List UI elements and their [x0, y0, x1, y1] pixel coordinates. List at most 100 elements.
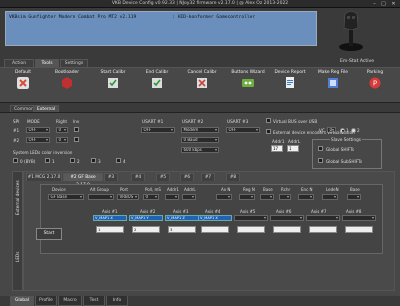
- usart-1-select[interactable]: OFF: [141, 127, 175, 133]
- axis-2-select[interactable]: V_MAP1 Y: [129, 215, 163, 221]
- usart-2-select[interactable]: Modem: [181, 127, 219, 133]
- tab-device-4[interactable]: #4: [131, 173, 145, 181]
- spi-1-mode-select[interactable]: OFF: [26, 127, 50, 133]
- led-inv-4-label: 4: [123, 159, 126, 164]
- col-axn: Ax N: [221, 187, 231, 192]
- title-bar: VKB Device Config v0.92.33 | NJoy32 firm…: [0, 0, 400, 8]
- led-inv-3-checkbox[interactable]: [91, 158, 96, 163]
- encn-select[interactable]: [298, 194, 314, 200]
- tab-settings[interactable]: Settings: [60, 59, 88, 67]
- addr1-input[interactable]: 17: [271, 145, 283, 152]
- tab-device-5[interactable]: #5: [156, 173, 170, 181]
- tab-external[interactable]: External: [33, 105, 60, 112]
- spi-2-inv-checkbox[interactable]: [74, 137, 79, 142]
- led-inv-4-checkbox[interactable]: [116, 158, 121, 163]
- base-2-select[interactable]: [347, 194, 361, 200]
- close-button[interactable]: ✕: [390, 1, 397, 7]
- device-info-text: VKBsim Gunfighter Modern Combat Pro MT2 …: [9, 15, 256, 20]
- tab-profile[interactable]: Profile: [35, 296, 57, 306]
- tab-tools[interactable]: Tools: [35, 59, 59, 67]
- start-button[interactable]: Start: [36, 228, 62, 240]
- axn-select[interactable]: [216, 194, 232, 200]
- base-select[interactable]: [260, 194, 274, 200]
- addr1-select[interactable]: [165, 194, 179, 200]
- spi-1-right-select[interactable]: 0: [56, 127, 68, 133]
- tab-device-7[interactable]: #7: [201, 173, 215, 181]
- led-inv-2-checkbox[interactable]: [70, 158, 75, 163]
- device-report-icon: [286, 77, 294, 88]
- rchr-select[interactable]: [279, 194, 291, 200]
- tab-test[interactable]: Test: [83, 296, 105, 306]
- port-select[interactable]: VRBUS: [117, 194, 139, 200]
- axis-2-label: Axis #2: [140, 209, 156, 214]
- end-calibr-button[interactable]: End Calibr: [140, 68, 174, 102]
- cancel-calibr-button[interactable]: Cancel Calibr: [183, 68, 221, 102]
- buttons-wizard-button[interactable]: Buttons Wizard: [226, 68, 270, 102]
- bootloader-icon: [62, 77, 72, 89]
- poll-select[interactable]: 0: [143, 194, 159, 200]
- axis-3-spinner[interactable]: 3: [168, 226, 196, 233]
- tab-device-2[interactable]: #2 GF Base 2.17.0: [63, 173, 103, 188]
- buttons-wizard-label: Buttons Wizard: [231, 70, 265, 75]
- axis-4-select[interactable]: V_MAP1 X: [198, 215, 232, 221]
- spi-1-inv-checkbox[interactable]: [74, 127, 79, 132]
- spi-2-mode-select[interactable]: OFF: [26, 137, 50, 143]
- tab-info[interactable]: Info: [106, 296, 128, 306]
- vc-radio-2-label: 2: [357, 128, 360, 133]
- col-alt-group: Alt Group: [90, 187, 109, 192]
- axis-8-spinner[interactable]: [345, 226, 373, 233]
- end-calibr-label: End Calibr: [145, 70, 169, 75]
- device-select[interactable]: GF Base: [48, 194, 84, 200]
- parking-button[interactable]: Parking P: [358, 68, 392, 102]
- axis-4-spinner[interactable]: [201, 226, 229, 233]
- tab-global[interactable]: Global: [10, 296, 34, 306]
- axis-2-spinner[interactable]: 2: [132, 226, 160, 233]
- axis-6-select[interactable]: [270, 215, 304, 221]
- spi-header: SPI: [13, 119, 20, 124]
- device-report-button[interactable]: Device Report: [272, 68, 308, 102]
- led-inv-0-label: 0 (BYB): [20, 159, 36, 164]
- axis-7-select[interactable]: [306, 215, 340, 221]
- tab-external-devices[interactable]: External devices: [15, 180, 20, 215]
- minimize-button[interactable]: –: [371, 1, 378, 7]
- led-inv-1-checkbox[interactable]: [45, 158, 50, 163]
- global-shift-checkbox[interactable]: [318, 146, 323, 151]
- tab-device-8[interactable]: #8: [226, 173, 240, 181]
- start-calibr-button[interactable]: Start Calibr: [96, 68, 130, 102]
- led-inv-0-checkbox[interactable]: [13, 158, 18, 163]
- usart-2-speed-select[interactable]: 600 kbps: [181, 147, 219, 153]
- tab-device-3[interactable]: #3: [104, 173, 118, 181]
- virtual-bus-checkbox[interactable]: [266, 118, 271, 123]
- make-reg-file-button[interactable]: Make Reg File: [314, 68, 352, 102]
- global-subshift-label: Global SubSHIFTs: [326, 159, 363, 164]
- tab-device-6[interactable]: #6: [180, 173, 194, 181]
- axis-3-label: Axis #3: [173, 209, 189, 214]
- maximize-button[interactable]: □: [380, 1, 387, 7]
- tab-device-1[interactable]: #1 MCG 2.17.0: [26, 173, 62, 181]
- bootloader-button[interactable]: Bootloader: [46, 68, 88, 102]
- axis-6-spinner[interactable]: [273, 226, 301, 233]
- spi-2-right-select[interactable]: 0: [56, 137, 68, 143]
- tab-macro[interactable]: Macro: [58, 296, 82, 306]
- ledn-select[interactable]: [322, 194, 338, 200]
- axis-3-select[interactable]: V_MAP1 Z: [165, 215, 199, 221]
- encoders-virtualization-label: External device encoders virtualization: [273, 130, 355, 135]
- addrl-input[interactable]: 1: [287, 145, 299, 152]
- regn-select[interactable]: [239, 194, 255, 200]
- addrl-select[interactable]: [182, 194, 196, 200]
- axis-8-select[interactable]: [342, 215, 376, 221]
- tab-action[interactable]: Action: [4, 59, 34, 67]
- axis-1-spinner[interactable]: 1: [96, 226, 124, 233]
- encoders-virtualization-checkbox[interactable]: [266, 129, 271, 134]
- axis-5-spinner[interactable]: [237, 226, 265, 233]
- usart-3-select[interactable]: OFF: [226, 127, 260, 133]
- axis-6-label: Axis #6: [276, 209, 292, 214]
- tab-leds[interactable]: LEDs: [15, 252, 20, 262]
- alt-group-select[interactable]: [88, 194, 114, 200]
- usart-2-baud-select[interactable]: 0 Baud: [181, 137, 219, 143]
- axis-1-select[interactable]: V_MAP1 X: [93, 215, 127, 221]
- axis-5-select[interactable]: [234, 215, 268, 221]
- axis-7-spinner[interactable]: [309, 226, 337, 233]
- global-subshift-checkbox[interactable]: [318, 158, 323, 163]
- default-button[interactable]: Default: [4, 68, 42, 102]
